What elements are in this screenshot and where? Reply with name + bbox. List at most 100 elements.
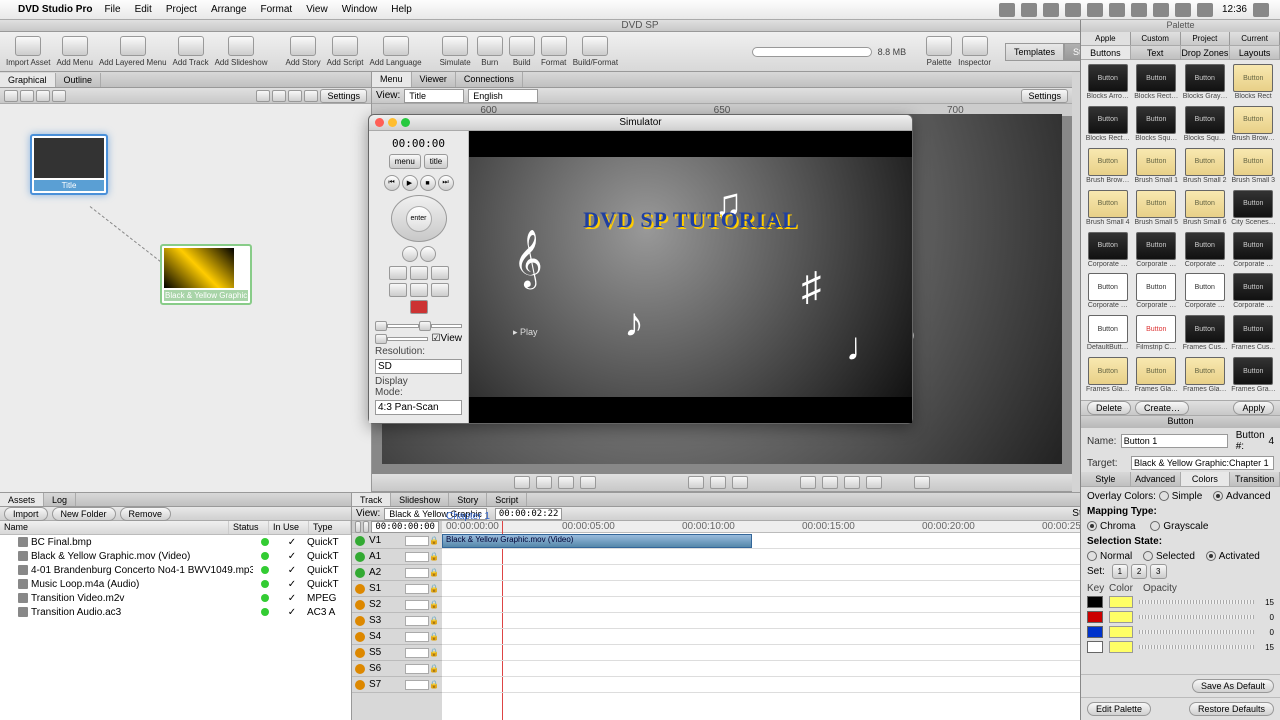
status-icon[interactable] [1043,3,1059,17]
palette-item[interactable]: ButtonBrush Small 2 [1182,148,1228,187]
ctrl-btn[interactable] [514,476,530,489]
opacity-slider[interactable] [1139,645,1254,649]
palette-item[interactable]: ButtonFrames Gla… [1182,357,1228,396]
menu-edit[interactable]: Edit [135,4,152,15]
tab-outline[interactable]: Outline [56,73,102,87]
ctrl-btn[interactable] [732,476,748,489]
status-icon[interactable] [1131,3,1147,17]
radio-selected[interactable] [1143,551,1153,561]
timecode[interactable]: 00:00:02:22 [495,508,563,520]
track-field[interactable] [405,584,429,594]
col-type[interactable]: Type [309,521,351,534]
set-2[interactable]: 2 [1131,564,1147,579]
graph-tool[interactable] [288,90,302,102]
track-field[interactable] [405,680,429,690]
apply-button[interactable]: Apply [1233,401,1274,415]
track-field[interactable] [405,648,429,658]
palette-item[interactable]: ButtonBlocks Squ… [1182,106,1228,145]
radio-normal[interactable] [1087,551,1097,561]
lock-icon[interactable]: 🔒 [429,536,439,545]
import-asset-button[interactable]: Import Asset [6,36,50,67]
add-track-button[interactable]: Add Track [173,36,209,67]
palette-item[interactable]: ButtonFilmstrip C… [1134,315,1180,354]
graph-tool[interactable] [20,90,34,102]
ctrl-btn[interactable] [710,476,726,489]
key-swatch[interactable] [1087,641,1103,653]
create-button[interactable]: Create… [1135,401,1189,415]
menu-file[interactable]: File [104,4,120,15]
status-icon[interactable] [1197,3,1213,17]
track-field[interactable] [405,552,429,562]
graph-tool[interactable] [304,90,318,102]
close-icon[interactable] [375,118,384,127]
next-button[interactable]: ⏭ [438,175,454,191]
track-enable[interactable] [355,600,365,610]
simulator-screen[interactable]: 𝄞 ♫ ♪ ♯ ♩ DVD SP TUTORIAL ▸ Play [469,131,912,423]
palette-item[interactable]: ButtonCorporate … [1134,232,1180,271]
ctrl-btn[interactable] [688,476,704,489]
tab-slideshow[interactable]: Slideshow [391,493,449,506]
track-header[interactable]: S4🔒 [352,629,442,645]
simulator-titlebar[interactable]: Simulator [369,115,912,131]
graph-tool[interactable] [52,90,66,102]
subtab-apple[interactable]: Apple [1081,32,1131,45]
palette-item[interactable]: ButtonFrames Gra… [1231,357,1277,396]
menu-format[interactable]: Format [261,4,293,15]
track-header[interactable]: S6🔒 [352,661,442,677]
ctrl-btn[interactable] [822,476,838,489]
status-icon[interactable] [1065,3,1081,17]
palette-item[interactable]: ButtonBrush Brow… [1231,106,1277,145]
add-layered-menu-button[interactable]: Add Layered Menu [99,36,167,67]
name-field[interactable] [1121,434,1228,448]
graph-canvas[interactable]: Title Black & Yellow Graphic [0,104,371,492]
asset-row[interactable]: Black & Yellow Graphic.mov (Video)✓Quick… [0,549,351,563]
track-field[interactable] [405,536,429,546]
tab-templates[interactable]: Templates [1005,43,1064,61]
palette-item[interactable]: ButtonBlocks Gray… [1182,64,1228,103]
asset-row[interactable]: Transition Video.m2v✓MPEG [0,591,351,605]
remove-button[interactable]: Remove [120,507,172,521]
add-slideshow-button[interactable]: Add Slideshow [215,36,268,67]
radio-advanced[interactable] [1213,491,1223,501]
graph-tool[interactable] [36,90,50,102]
lock-icon[interactable]: 🔒 [429,568,439,577]
key-swatch[interactable] [1087,611,1103,623]
add-language-button[interactable]: Add Language [370,36,422,67]
add-script-button[interactable]: Add Script [327,36,364,67]
insp-tab-style[interactable]: Style [1081,472,1131,486]
palette-item[interactable]: ButtonCorporate … [1085,232,1131,271]
sim-dd[interactable] [387,337,428,341]
track-header[interactable]: S1🔒 [352,581,442,597]
ctrl-btn[interactable] [844,476,860,489]
palette-item[interactable]: ButtonBlocks Rect [1231,64,1277,103]
color-swatch[interactable] [1109,641,1133,653]
asset-row[interactable]: Transition Audio.ac3✓AC3 A [0,605,351,619]
track-header[interactable]: S5🔒 [352,645,442,661]
track-enable[interactable] [355,552,365,562]
palette-item[interactable]: ButtonFrames Gla… [1134,357,1180,396]
palette-item[interactable]: ButtonFrames Cus… [1182,315,1228,354]
lock-icon[interactable]: 🔒 [429,680,439,689]
key-swatch[interactable] [1087,596,1103,608]
track-header[interactable]: A2🔒 [352,565,442,581]
lock-icon[interactable]: 🔒 [429,632,439,641]
col-status[interactable]: Status [229,521,269,534]
tl-btn[interactable] [363,521,369,533]
sim-title-button[interactable]: title [424,154,448,169]
menu-window[interactable]: Window [342,4,378,15]
palette-grid[interactable]: ButtonBlocks Arro…ButtonBlocks Rect…Butt… [1081,60,1280,400]
asset-row[interactable]: BC Final.bmp✓QuickT [0,535,351,549]
edit-palette-button[interactable]: Edit Palette [1087,702,1151,716]
palette-item[interactable]: ButtonBrush Brow… [1085,148,1131,187]
sim-btn[interactable] [389,283,407,297]
sim-opt[interactable] [419,321,431,331]
app-name[interactable]: DVD Studio Pro [18,4,92,15]
prev-button[interactable]: ⏮ [384,175,400,191]
palette-toggle[interactable]: Palette [926,36,952,67]
ctrl-btn[interactable] [800,476,816,489]
add-story-button[interactable]: Add Story [285,36,320,67]
palette-item[interactable]: ButtonBrush Small 4 [1085,190,1131,229]
audio-icon[interactable] [375,321,387,331]
inspector-toggle[interactable]: Inspector [958,36,991,67]
sim-audio-dd[interactable] [387,324,419,328]
